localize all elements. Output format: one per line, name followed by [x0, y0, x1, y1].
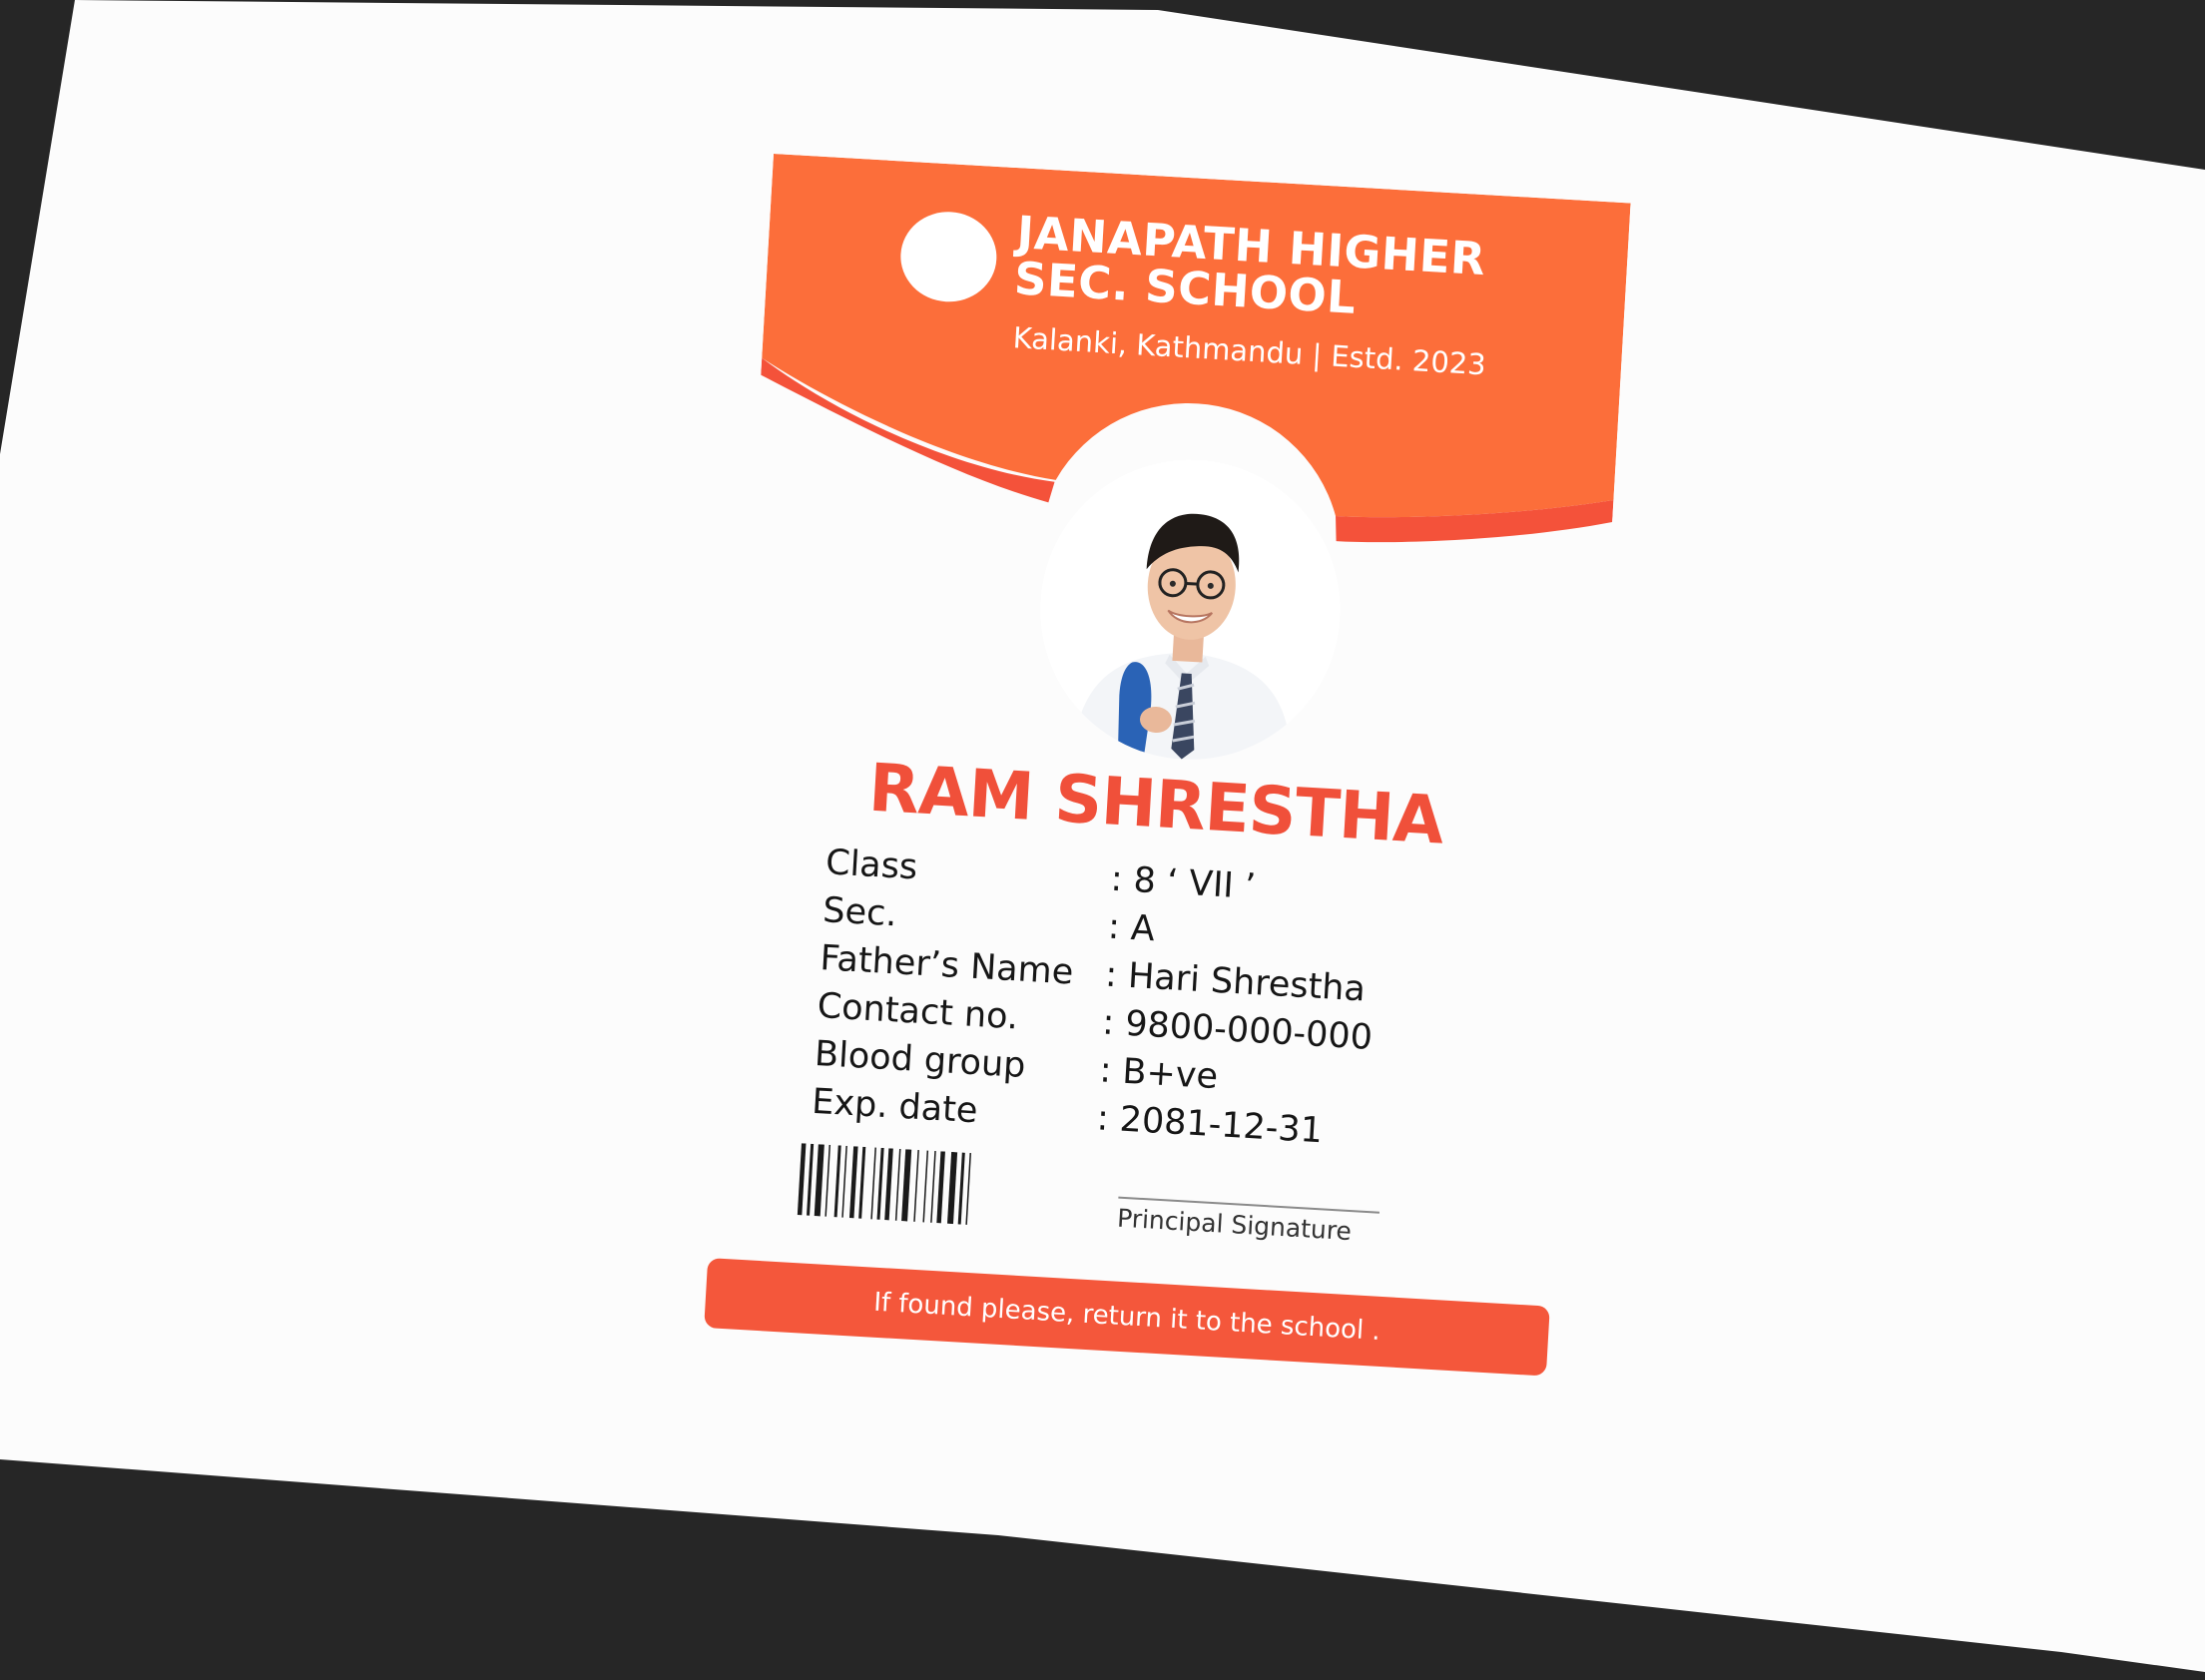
- barcode-bar: [858, 1146, 866, 1219]
- barcode-bar: [814, 1144, 825, 1217]
- detail-value: 8 ‘ VII ’: [1109, 855, 1257, 911]
- detail-label: Sec.: [822, 890, 898, 935]
- footer-text: If found please, return it to the school…: [872, 1287, 1381, 1347]
- detail-label: Class: [825, 842, 919, 888]
- barcode-bar: [848, 1146, 858, 1219]
- detail-value: B+ve: [1098, 1046, 1219, 1101]
- student-details: Class 8 ‘ VII ’ Sec. A Father’s Name Har…: [811, 839, 1465, 1162]
- barcode-bar: [807, 1143, 815, 1216]
- barcode-bar: [870, 1147, 876, 1220]
- barcode-bar: [841, 1145, 847, 1218]
- barcode-bar: [876, 1147, 884, 1220]
- id-card: JANAPATH HIGHER SEC. SCHOOL Kalanki, Kat…: [702, 154, 1631, 1448]
- barcode-bar: [922, 1150, 929, 1223]
- barcode-bar: [936, 1151, 945, 1224]
- barcode-bar: [957, 1152, 965, 1225]
- barcode-icon: [797, 1143, 972, 1225]
- footer-bar: If found please, return it to the school…: [704, 1258, 1550, 1377]
- barcode-bar: [913, 1149, 919, 1222]
- barcode-bar: [894, 1148, 901, 1221]
- barcode-bar: [930, 1150, 936, 1223]
- barcode-bar: [965, 1152, 972, 1225]
- barcode-bar: [825, 1144, 831, 1217]
- barcode-bar: [833, 1145, 841, 1218]
- barcode-bar: [884, 1148, 893, 1221]
- photo-background: JANAPATH HIGHER SEC. SCHOOL Kalanki, Kat…: [0, 0, 2205, 1680]
- detail-value: A: [1107, 903, 1157, 954]
- detail-label: Exp. date: [811, 1081, 979, 1132]
- barcode-bar: [946, 1151, 958, 1225]
- barcode-bar: [901, 1149, 912, 1222]
- barcode-bar: [797, 1143, 807, 1216]
